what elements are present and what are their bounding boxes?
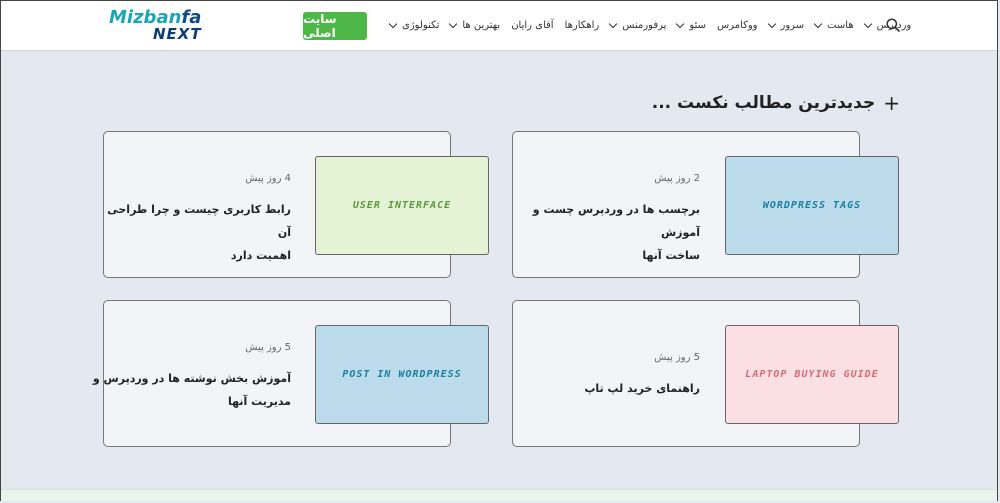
nav-item-label: هاست <box>827 19 854 31</box>
nav-item-label: پرفورمنس <box>622 19 667 31</box>
post-thumbnail[interactable]: Laptop Buying Guide <box>725 325 899 424</box>
section-title-text: جدیدترین مطالب نکست ... <box>651 93 876 113</box>
post-date: 5 روز پیش <box>654 352 700 363</box>
post-title-line: اهمیت دارد <box>230 249 291 262</box>
nav-item-label: راهکارها <box>564 19 600 31</box>
post-title[interactable]: رابط کاربری چیست و چرا طراحی آن اهمیت دار… <box>91 198 291 267</box>
main-site-button[interactable]: سایت اصلی <box>303 12 367 40</box>
post-title-line: برچسب ها در وردپرس چست و آموزش <box>532 203 700 239</box>
nav-item[interactable]: ووکامرس <box>717 20 758 31</box>
chevron-down-icon <box>388 19 398 28</box>
nav-item-label: تکنولوژی <box>402 19 440 31</box>
chevron-down-icon <box>449 19 458 28</box>
nav-item[interactable]: سرور <box>767 19 805 31</box>
chevron-down-icon <box>608 19 618 28</box>
nav-item-label: سئو <box>689 19 706 31</box>
nav-item[interactable]: هاست <box>813 19 854 31</box>
post-thumbnail[interactable]: Post in WordPress <box>315 325 489 424</box>
chevron-down-icon <box>813 19 823 28</box>
logo-subtitle: NEXT <box>153 25 202 43</box>
nav-item-label: بهترین ها <box>462 19 501 31</box>
post-date: 4 روز پیش <box>245 173 291 184</box>
main-nav: وردپرس هاست سرور ووکامرس سئو پرفورمنس راهکارها… <box>379 1 911 49</box>
post-title[interactable]: برچسب ها در وردپرس چست و آموزش ساخت آنها <box>500 198 700 267</box>
nav-item[interactable]: آقای رایان <box>511 20 553 31</box>
search-icon[interactable] <box>886 18 900 32</box>
post-meta: 5 روز پیش راهنمای خرید لپ تاپ <box>500 352 700 400</box>
post-title-line: مدیریت آنها <box>227 395 291 408</box>
post-thumbnail[interactable]: WordPress Tags <box>725 156 899 255</box>
nav-item[interactable]: راهکارها <box>565 20 600 31</box>
section-heading: + جدیدترین مطالب نکست ... <box>652 91 900 115</box>
site-logo[interactable]: Mizbanfa NEXT <box>109 9 205 43</box>
nav-item[interactable]: سئو <box>676 19 706 31</box>
post-date: 2 روز پیش <box>654 173 700 184</box>
nav-item[interactable]: پرفورمنس <box>608 19 667 31</box>
post-title-line: راهنمای خرید لپ تاپ <box>584 382 700 395</box>
nav-item-label: آقای رایان <box>511 19 554 31</box>
post-thumbnail[interactable]: User Interface <box>315 156 489 255</box>
nav-item-label: سرور <box>780 19 805 31</box>
post-title[interactable]: راهنمای خرید لپ تاپ <box>500 377 700 400</box>
post-title-line: ساخت آنها <box>642 249 700 262</box>
post-title-line: آموزش بخش نوشته ها در وردپرس و <box>92 372 291 385</box>
post-meta: 4 روز پیش رابط کاربری چیست و چرا طراحی آن… <box>91 173 291 267</box>
footer-strip <box>1 489 997 501</box>
chevron-down-icon <box>767 19 776 28</box>
nav-item[interactable]: بهترین ها <box>449 19 501 31</box>
nav-item[interactable]: تکنولوژی <box>388 19 440 31</box>
chevron-down-icon <box>676 19 685 28</box>
post-date: 5 روز پیش <box>245 342 291 353</box>
plus-icon: + <box>883 91 900 115</box>
post-title[interactable]: آموزش بخش نوشته ها در وردپرس و مدیریت آنه… <box>91 367 291 413</box>
post-title-line: رابط کاربری چیست و چرا طراحی آن <box>107 203 291 239</box>
post-meta: 5 روز پیش آموزش بخش نوشته ها در وردپرس و م… <box>91 342 291 413</box>
chevron-down-icon <box>863 19 872 28</box>
post-meta: 2 روز پیش برچسب ها در وردپرس چست و آموزش س… <box>500 173 700 267</box>
nav-item-label: ووکامرس <box>716 19 758 31</box>
site-header: Mizbanfa NEXT سایت اصلی وردپرس هاست سرور وو… <box>1 1 997 51</box>
